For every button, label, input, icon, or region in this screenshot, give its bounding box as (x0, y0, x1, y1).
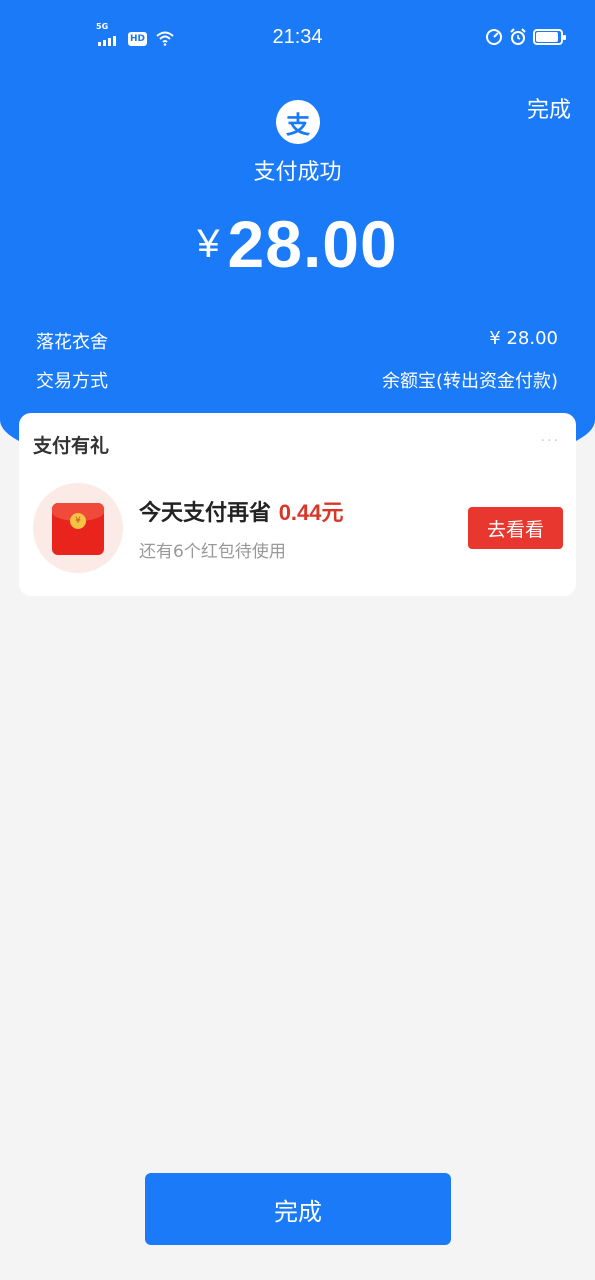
coin-seal-icon: ¥ (70, 513, 86, 529)
currency-symbol: ¥ (197, 222, 220, 266)
detail-row-merchant: 落花衣舍 ¥ 28.00 (36, 328, 558, 354)
view-red-packets-button[interactable]: 去看看 (468, 507, 563, 549)
detail-value: ¥ 28.00 (489, 328, 558, 349)
payment-status-title: 支付成功 (253, 160, 342, 185)
alarm-icon (510, 28, 526, 45)
done-button[interactable]: 完成 (145, 1173, 451, 1245)
detail-label: 交易方式 (36, 371, 108, 392)
speedometer-icon (486, 29, 502, 45)
battery-icon (533, 29, 566, 45)
gift-headline: 今天支付再省 0.44元 (139, 495, 344, 527)
alipay-logo-icon: 支 (276, 100, 320, 144)
gift-savings-amount: 0.44元 (278, 500, 344, 525)
status-right (485, 28, 566, 46)
amount-value: 28.00 (227, 207, 398, 281)
more-options-icon[interactable]: ··· (541, 433, 560, 449)
status-bar: 5G HD 21:34 (0, 0, 595, 78)
detail-label: 落花衣舍 (36, 332, 108, 353)
red-envelope-icon: ¥ (33, 483, 123, 573)
payment-gift-card: 支付有礼 ··· ¥ 今天支付再省 0.44元 还有6个红包待使用 去看看 (19, 413, 576, 596)
detail-value: 余额宝(转出资金付款) (381, 371, 558, 392)
gift-card-title: 支付有礼 (33, 435, 110, 457)
envelope-body: ¥ (52, 503, 104, 555)
gift-headline-text: 今天支付再省 (139, 501, 272, 526)
payment-amount: ¥28.00 (0, 206, 595, 282)
gift-subtitle: 还有6个红包待使用 (139, 542, 286, 562)
detail-row-payment-method: 交易方式 余额宝(转出资金付款) (36, 367, 558, 393)
header-done-button[interactable]: 完成 (527, 92, 571, 124)
